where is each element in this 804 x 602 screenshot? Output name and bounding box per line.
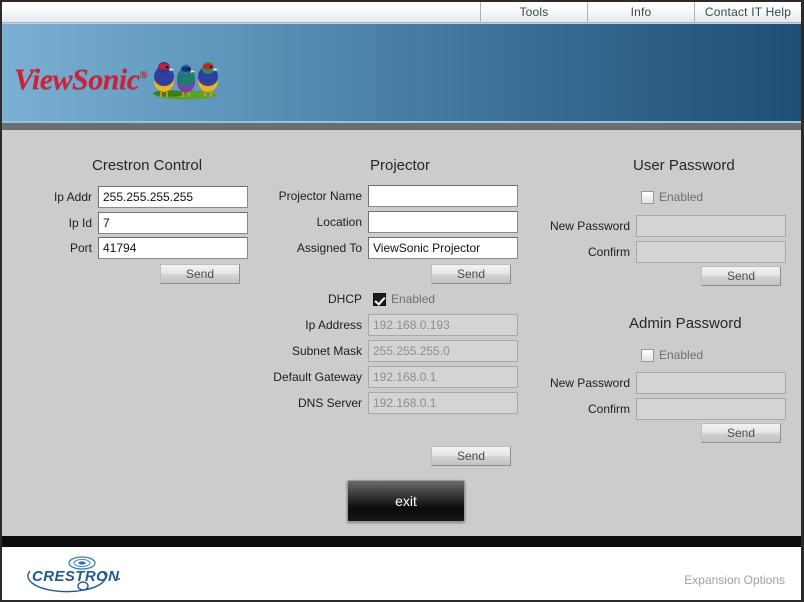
label-ip-addr: Ip Addr [53,190,92,204]
field-row-default-gateway: Default Gateway [257,366,518,388]
projector-title: Projector [370,157,431,174]
tab-tools-label: Tools [519,5,549,19]
top-navigation-bar: Tools Info Contact IT Help [2,2,801,23]
tab-contact-it-help-label: Contact IT Help [704,5,792,19]
label-location: Location [316,215,362,229]
tab-info[interactable]: Info [587,2,694,22]
input-ip-addr[interactable] [98,186,248,208]
banner-bottom-edge [2,121,801,130]
crestron-control-title: Crestron Control [92,157,203,174]
input-dns-server[interactable] [368,392,518,414]
main-content: Crestron Control Ip Addr Ip Id Port Send… [2,130,801,536]
exit-button[interactable]: exit [347,480,465,522]
label-user-new-password: New Password [549,219,630,233]
admin-password-send-button[interactable]: Send [701,423,781,443]
label-default-gateway: Default Gateway [273,370,362,384]
label-dhcp: DHCP [327,292,362,306]
admin-password-title: Admin Password [629,315,742,332]
label-admin-new-password: New Password [549,376,630,390]
input-admin-new-password[interactable] [636,372,786,394]
crestron-control-send-button[interactable]: Send [160,264,240,284]
field-row-subnet-mask: Subnet Mask [257,340,518,362]
label-dns-server: DNS Server [297,396,362,410]
field-row-user-confirm: Confirm [527,241,786,263]
input-assigned-to[interactable] [368,237,518,259]
crestron-wordmark: CRESTRON [32,568,120,585]
projector-send-button[interactable]: Send [431,264,511,284]
crestron-projector-control-window: Tools Info Contact IT Help ViewSonic® Cr… [0,0,804,602]
input-projector-name[interactable] [368,185,518,207]
label-user-confirm: Confirm [587,245,630,259]
field-row-ip-addr: Ip Addr [42,186,248,208]
user-password-enabled-row: Enabled [540,190,703,204]
field-row-ip-address: Ip Address [257,314,518,336]
tab-info-label: Info [630,5,652,19]
viewsonic-brand-text: ViewSonic [14,63,140,96]
input-admin-confirm[interactable] [636,398,786,420]
user-password-enabled-checkbox[interactable] [641,190,654,204]
field-row-location: Location [257,211,518,233]
field-row-user-new-password: New Password [527,215,786,237]
input-ip-id[interactable] [98,212,248,234]
dhcp-enabled-label: Enabled [391,292,436,306]
user-password-enabled-label: Enabled [659,190,704,204]
label-port: Port [69,241,92,255]
admin-password-enabled-label: Enabled [659,348,704,362]
field-row-dns-server: DNS Server [257,392,518,414]
tab-tools[interactable]: Tools [480,2,587,22]
viewsonic-wordmark: ViewSonic® [14,63,148,97]
field-row-projector-name: Projector Name [257,185,518,207]
label-subnet-mask: Subnet Mask [291,344,362,358]
user-password-title: User Password [633,157,735,174]
field-row-admin-new-password: New Password [527,372,786,394]
viewsonic-logo: ViewSonic® [14,57,224,107]
label-projector-name: Projector Name [278,189,362,203]
input-default-gateway[interactable] [368,366,518,388]
admin-password-enabled-checkbox[interactable] [641,348,654,362]
input-location[interactable] [368,211,518,233]
admin-password-enabled-row: Enabled [540,348,703,362]
footer-divider [2,536,801,547]
expansion-options-label: Expansion Options [684,573,785,587]
dhcp-row: DHCP Enabled [257,292,435,306]
header-banner: ViewSonic® [2,24,801,121]
user-password-send-button[interactable]: Send [701,266,781,286]
label-ip-address: Ip Address [305,318,362,332]
viewsonic-finches-logo [153,62,219,100]
dhcp-checkbox[interactable] [373,292,386,306]
field-row-admin-confirm: Confirm [527,398,786,420]
label-assigned-to: Assigned To [296,241,362,255]
field-row-ip-id: Ip Id [42,212,248,234]
crestron-swoosh-logo: CRESTRON [27,556,120,593]
projector-network-send-button[interactable]: Send [431,446,511,466]
footer-bar: CRESTRON Expansion Options [2,547,801,600]
tab-contact-it-help[interactable]: Contact IT Help [694,2,801,22]
input-ip-address[interactable] [368,314,518,336]
input-subnet-mask[interactable] [368,340,518,362]
input-user-new-password[interactable] [636,215,786,237]
label-admin-confirm: Confirm [587,402,630,416]
label-ip-id: Ip Id [68,216,92,230]
field-row-assigned-to: Assigned To [257,237,518,259]
input-port[interactable] [98,237,248,259]
field-row-port: Port [42,237,248,259]
input-user-confirm[interactable] [636,241,786,263]
